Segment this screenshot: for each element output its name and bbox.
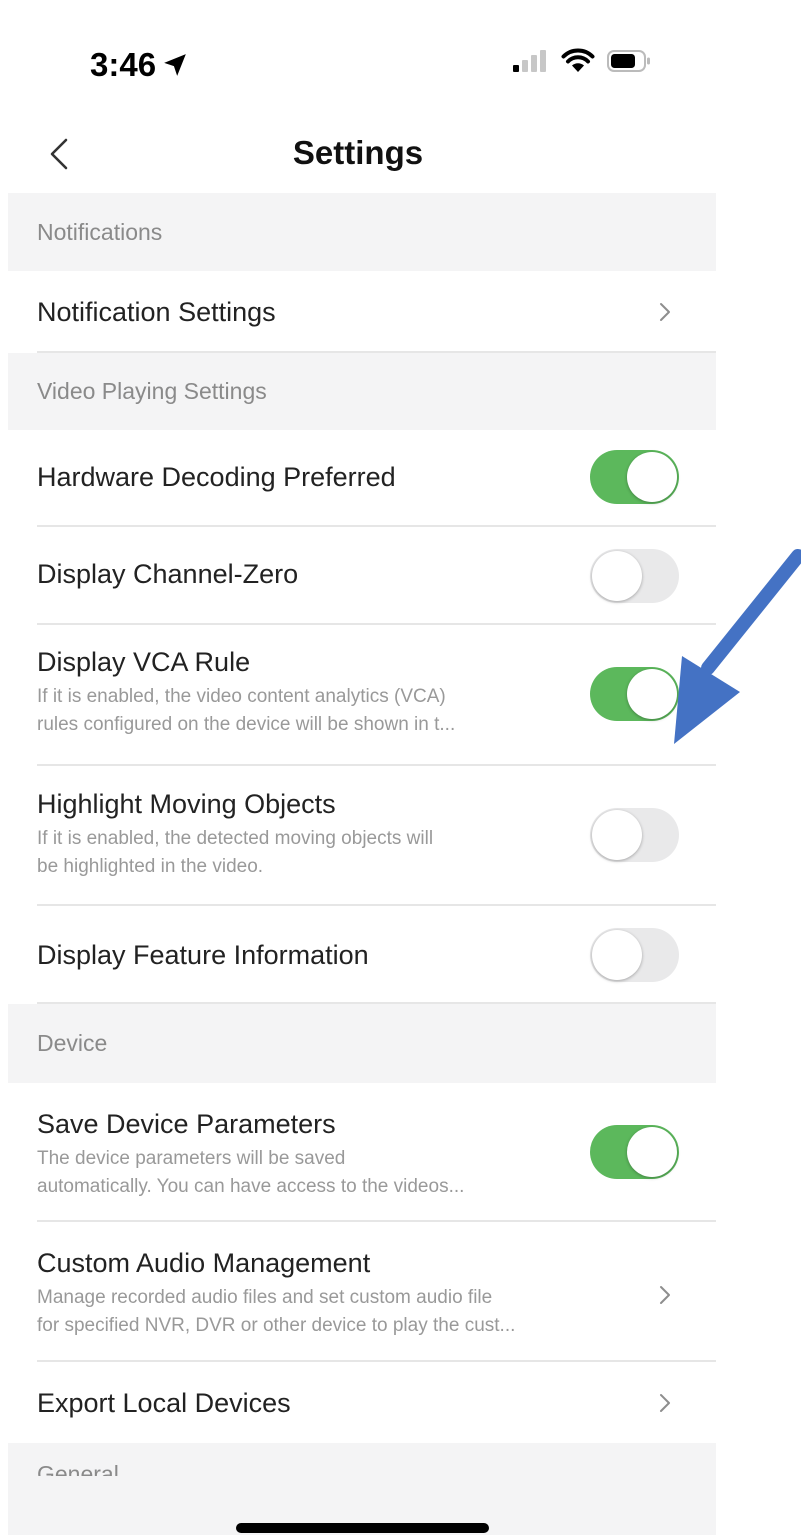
highlight-moving-objects-desc-line1: If it is enabled, the detected moving ob… xyxy=(37,828,434,849)
status-time-text: 3:46 xyxy=(90,46,157,83)
custom-audio-management-desc-line1: Manage recorded audio files and set cust… xyxy=(37,1287,493,1308)
hardware-decoding-label: Hardware Decoding Preferred xyxy=(37,462,396,492)
display-channel-zero-label: Display Channel-Zero xyxy=(37,559,299,589)
display-channel-zero-row: Display Channel-Zero xyxy=(8,527,716,625)
custom-audio-management-label: Custom Audio Management xyxy=(37,1248,371,1278)
display-vca-rule-label: Display VCA Rule xyxy=(37,647,251,677)
toggle-knob xyxy=(592,551,642,601)
navigation-bar: Settings xyxy=(0,110,716,196)
highlight-moving-objects-toggle[interactable] xyxy=(590,808,679,862)
highlight-moving-objects-row: Highlight Moving Objects If it is enable… xyxy=(8,766,716,906)
custom-audio-management-desc-line2: for specified NVR, DVR or other device t… xyxy=(37,1315,516,1336)
section-header-device: Device xyxy=(8,1004,716,1083)
status-bar: 3:46 xyxy=(0,0,801,110)
chevron-right-icon xyxy=(660,303,670,321)
wifi-icon xyxy=(561,48,595,72)
battery-icon xyxy=(607,50,650,72)
save-device-parameters-desc-line2: automatically. You can have access to th… xyxy=(37,1176,465,1197)
export-local-devices-label: Export Local Devices xyxy=(37,1388,291,1418)
notification-settings-label: Notification Settings xyxy=(37,297,276,327)
export-local-devices-row[interactable]: Export Local Devices xyxy=(8,1362,716,1445)
save-device-parameters-label: Save Device Parameters xyxy=(37,1109,336,1139)
location-arrow-icon xyxy=(164,54,186,76)
display-feature-info-toggle[interactable] xyxy=(590,928,679,982)
display-vca-rule-desc-line1: If it is enabled, the video content anal… xyxy=(37,686,446,707)
status-time: 3:46 xyxy=(90,46,188,84)
display-vca-rule-row: Display VCA Rule If it is enabled, the v… xyxy=(8,625,716,766)
section-header-video-playing: Video Playing Settings xyxy=(8,353,716,430)
toggle-knob xyxy=(592,810,642,860)
highlight-moving-objects-label: Highlight Moving Objects xyxy=(37,789,336,819)
custom-audio-management-row[interactable]: Custom Audio Management Manage recorded … xyxy=(8,1222,716,1362)
save-device-parameters-toggle[interactable] xyxy=(590,1125,679,1179)
annotation-arrow-icon xyxy=(674,549,801,744)
hardware-decoding-toggle[interactable] xyxy=(590,450,679,504)
hardware-decoding-row: Hardware Decoding Preferred xyxy=(8,430,716,527)
display-feature-info-label: Display Feature Information xyxy=(37,940,369,970)
notification-settings-row[interactable]: Notification Settings xyxy=(8,271,716,353)
save-device-parameters-desc-line1: The device parameters will be saved xyxy=(37,1148,346,1169)
highlight-moving-objects-desc-line2: be highlighted in the video. xyxy=(37,856,264,877)
toggle-knob xyxy=(627,1127,677,1177)
chevron-right-icon xyxy=(660,1394,670,1412)
toggle-knob xyxy=(592,930,642,980)
settings-list: Notifications Notification Settings Vide… xyxy=(8,193,716,1445)
display-vca-rule-desc-line2: rules configured on the device will be s… xyxy=(37,714,456,735)
section-header-general-label: General xyxy=(37,1465,119,1476)
status-icons xyxy=(513,48,651,74)
display-feature-info-row: Display Feature Information xyxy=(8,906,716,1004)
chevron-right-icon xyxy=(660,1286,670,1304)
cellular-signal-icon xyxy=(513,50,546,72)
page-title: Settings xyxy=(292,134,424,171)
section-header-notifications: Notifications xyxy=(8,193,716,271)
toggle-knob xyxy=(627,452,677,502)
save-device-parameters-row: Save Device Parameters The device parame… xyxy=(8,1083,716,1222)
section-header-general: General xyxy=(8,1443,716,1535)
home-indicator[interactable] xyxy=(236,1523,489,1533)
